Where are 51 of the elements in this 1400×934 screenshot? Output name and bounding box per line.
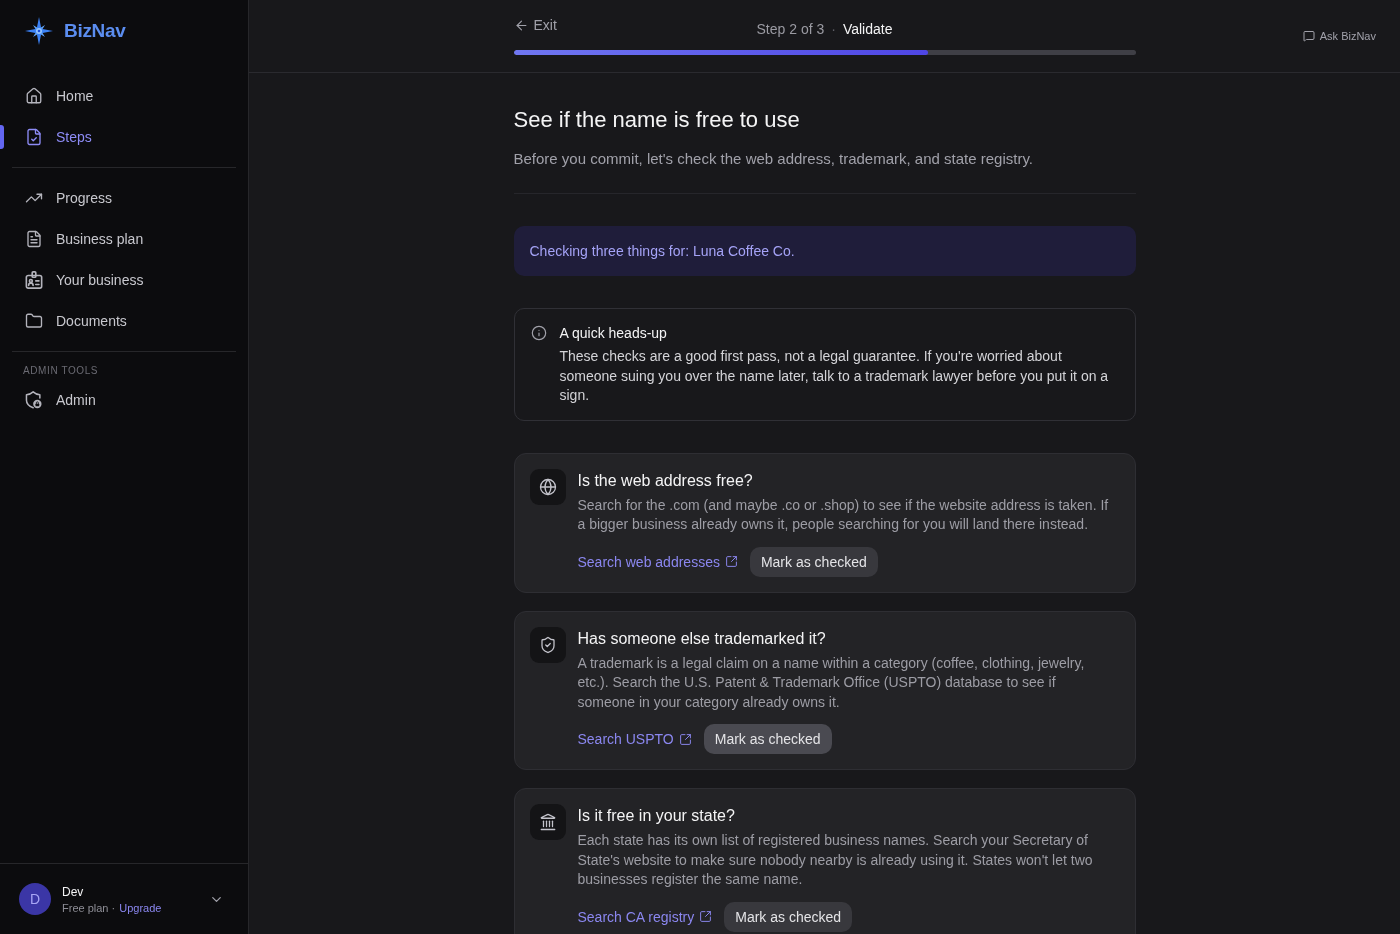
shield-lock-icon (25, 391, 43, 409)
ask-button[interactable]: Ask BizNav (1302, 30, 1376, 42)
nav-item[interactable]: Your business (12, 262, 236, 298)
logo-icon (25, 17, 53, 45)
chat-bubble-icon (1302, 30, 1315, 42)
external-link-icon (678, 732, 692, 746)
globe-icon (529, 468, 566, 505)
page-subtitle: Before you commit, let's check the web address, trademark, and state registry. (513, 149, 1034, 169)
info-banner: Checking three things for: Luna Coffee Co. (513, 226, 1136, 276)
step-counter: Step 2 of 3 (756, 20, 825, 39)
step-separator: · (831, 20, 836, 39)
nav-item[interactable]: Steps (12, 119, 236, 155)
search-link[interactable]: Search web addresses (577, 553, 738, 570)
bank-icon (529, 804, 566, 840)
shield-check-icon (529, 626, 566, 663)
nav-item[interactable]: Business plan (12, 221, 236, 257)
id-badge-icon (25, 271, 43, 289)
active-indicator (0, 125, 4, 149)
external-link-icon (724, 555, 738, 568)
search-link[interactable]: Search CA registry (577, 908, 713, 925)
mark-checked-button[interactable]: Mark as checked (703, 724, 832, 754)
section-heading: ADMIN TOOLS (22, 364, 100, 378)
avatar: D (19, 883, 51, 915)
user-name: Dev (62, 884, 85, 899)
check-title: Is it free in your state? (577, 806, 736, 826)
check-title: Is the web address free? (577, 470, 754, 491)
external-link-icon (699, 910, 713, 923)
nav-item[interactable]: Home (12, 78, 236, 114)
check-description: A trademark is a legal claim on a name within a category (coffee, clothing, jewelry, etc.). Search the U.S. Patent & Trademark Office (USPTO) database to see if someone in your category already owns it. (577, 653, 1086, 712)
notice-text: These checks are a good first pass, not a legal guarantee. If you're worried about someone suing you over the name later, talk to a trademark lawyer before you put it on a sign. (559, 347, 1110, 405)
info-icon (530, 325, 547, 341)
nav-item[interactable]: Progress (12, 180, 236, 216)
exit-button[interactable]: Exit (513, 15, 557, 35)
check-title: Has someone else trademarked it? (577, 628, 827, 649)
check-description: Each state has its own list of registered business names. Search your Secretary of State's website to make sure nobody nearby is already using it. States won't let two businesses register the same name. (577, 831, 1094, 889)
notice-title: A quick heads-up (559, 324, 668, 343)
file-check-icon (25, 128, 43, 146)
mark-checked-button[interactable]: Mark as checked (724, 901, 853, 932)
upgrade-link[interactable]: Upgrade (119, 901, 162, 914)
folder-icon (25, 312, 43, 330)
search-link[interactable]: Search USPTO (577, 731, 692, 747)
mark-checked-button[interactable]: Mark as checked (749, 546, 878, 577)
nav-item[interactable]: Documents (12, 303, 236, 339)
brand-name: BizNav (64, 20, 126, 42)
step-name: Validate (842, 20, 893, 39)
home-icon (25, 87, 43, 105)
plan-label: Free plan · (62, 901, 116, 914)
nav-item[interactable]: Admin (12, 382, 236, 418)
document-icon (25, 230, 43, 248)
check-description: Search for the .com (and maybe .co or .shop) to see if the website address is taken. If a bigger business already owns it, people searching for you will land there instead. (577, 495, 1110, 534)
page-title: See if the name is free to use (513, 106, 801, 134)
